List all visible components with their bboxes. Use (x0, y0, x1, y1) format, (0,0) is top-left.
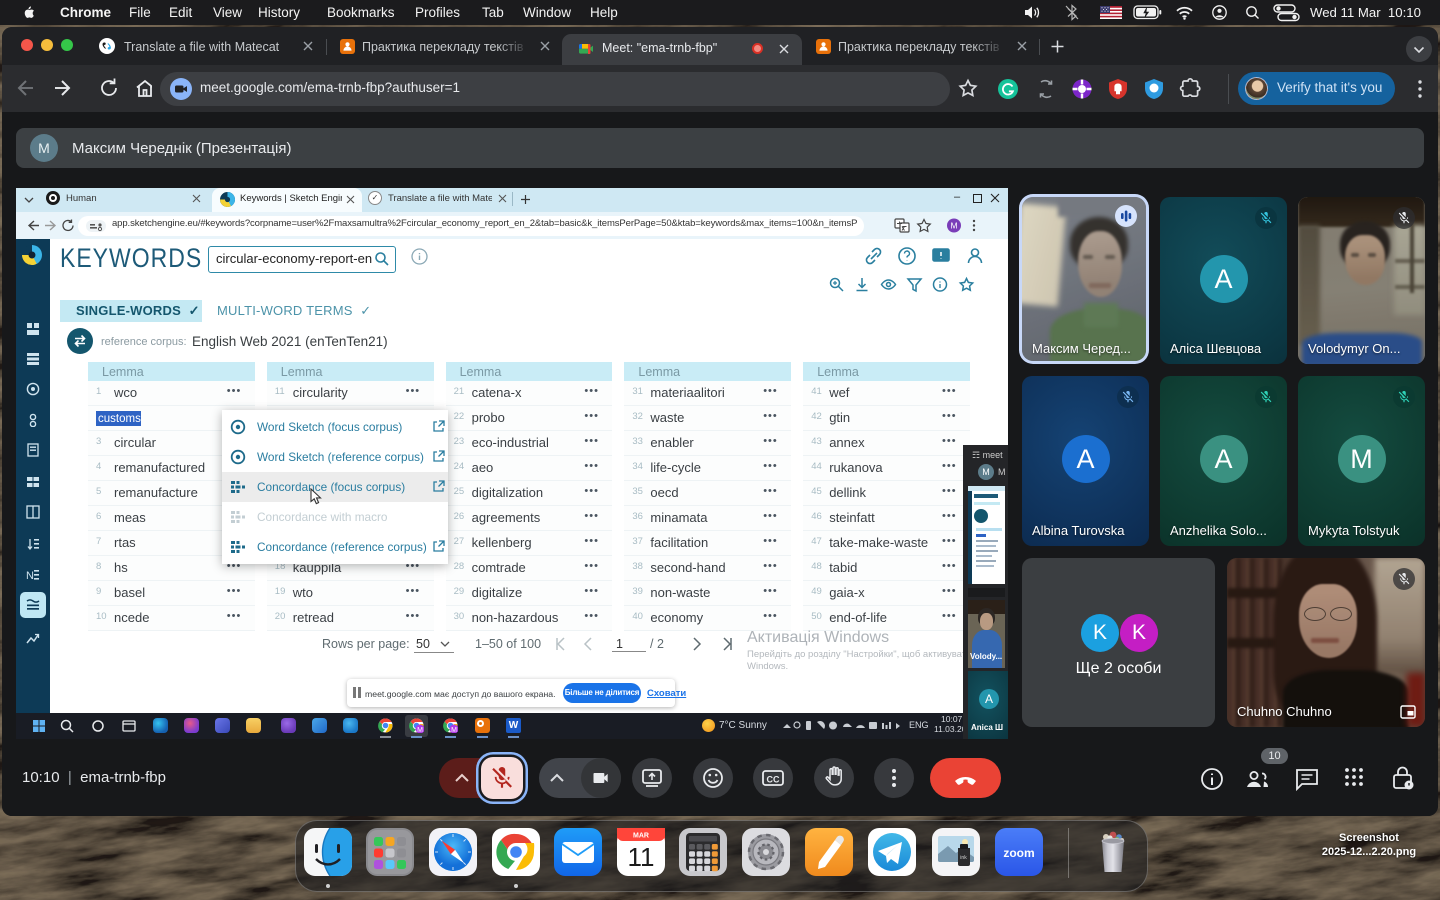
svg-text:M: M (451, 727, 457, 733)
svg-text:M: M (950, 221, 957, 231)
svg-text:zoom: zoom (1003, 846, 1034, 860)
svg-text:ink: ink (960, 855, 967, 861)
svg-text:MAR: MAR (633, 833, 649, 840)
svg-text:11: 11 (628, 842, 655, 872)
svg-text:CC: CC (767, 775, 780, 785)
svg-text:M: M (417, 727, 423, 733)
svg-text:N: N (26, 570, 34, 582)
